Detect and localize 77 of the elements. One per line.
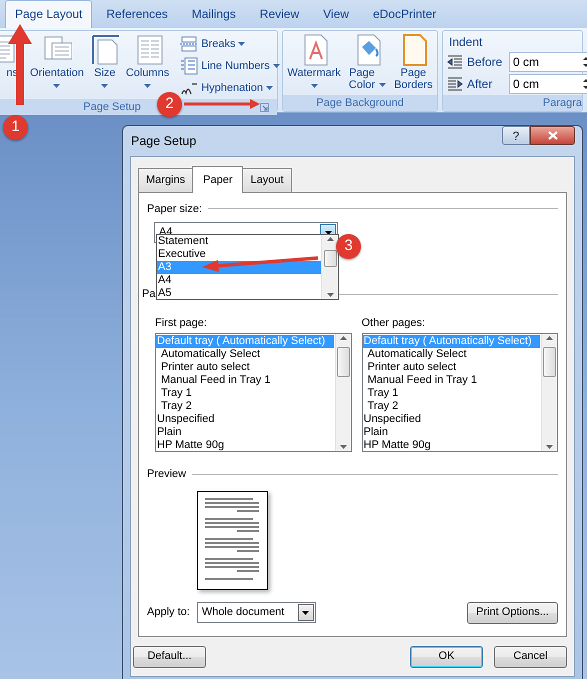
- list-option[interactable]: Printer auto select: [156, 361, 334, 374]
- scroll-down-icon: [546, 445, 553, 449]
- list-option[interactable]: Automatically Select: [362, 348, 541, 361]
- scroll-up-icon: [546, 336, 553, 340]
- caret-icon: [302, 610, 310, 614]
- section-label: Pa: [142, 287, 156, 302]
- dialog-launcher-icon[interactable]: [260, 103, 269, 112]
- scroll-down-icon: [326, 293, 334, 297]
- list-option[interactable]: Tray 1: [156, 387, 334, 400]
- field-label: Apply to:: [147, 605, 190, 620]
- ribbon-tab[interactable]: eDocPrinter: [362, 0, 446, 28]
- group-label: Page Background: [316, 96, 404, 111]
- ribbon-button[interactable]: Breaks: [178, 33, 282, 55]
- spin-field[interactable]: 0 cm: [509, 74, 587, 94]
- section-label: Paper size:: [147, 202, 202, 216]
- list-option[interactable]: Unspecified: [156, 413, 334, 426]
- ribbon-tab[interactable]: View: [313, 0, 359, 28]
- dropdown-option[interactable]: A5: [157, 287, 321, 300]
- list-option[interactable]: Automatically Select: [156, 348, 334, 361]
- ribbon-tab[interactable]: References: [96, 0, 178, 28]
- ribbon-button[interactable]: Watermark: [286, 33, 342, 95]
- print-options-button[interactable]: Print Options...: [467, 602, 558, 624]
- list-option[interactable]: Printer auto select: [362, 361, 541, 374]
- list-option[interactable]: Manual Feed in Tray 1: [362, 374, 541, 387]
- ribbon-button[interactable]: Orientation: [29, 33, 85, 99]
- list-option[interactable]: Tray 1: [362, 387, 541, 400]
- list-option[interactable]: HP Matte 90g: [156, 439, 334, 452]
- close-icon: [548, 131, 558, 140]
- ok-button[interactable]: OK: [410, 646, 483, 668]
- help-button[interactable]: ?: [502, 126, 530, 145]
- dropdown-option[interactable]: A4: [157, 274, 321, 287]
- list-option[interactable]: Unspecified: [362, 413, 541, 426]
- dialog-tab[interactable]: Paper: [192, 166, 244, 192]
- page-size-icon: [90, 33, 120, 67]
- ribbon-button[interactable]: Page Color: [348, 33, 388, 95]
- scroll-thumb[interactable]: [324, 250, 336, 266]
- apply-to-dropdown[interactable]: Whole document: [196, 602, 316, 623]
- step-number-badge: 1: [3, 115, 28, 140]
- default-button[interactable]: Default...: [133, 646, 206, 668]
- scroll-thumb[interactable]: [336, 346, 350, 376]
- line-numbers-icon: [180, 57, 198, 75]
- scroll-up-icon: [326, 237, 334, 241]
- breaks-icon: [180, 35, 198, 53]
- list-option[interactable]: Plain: [156, 426, 334, 439]
- indent-after-icon: [447, 76, 463, 92]
- ribbon-tab[interactable]: Mailings: [182, 0, 246, 28]
- dialog-tab[interactable]: Layout: [242, 168, 292, 192]
- list-label: Other pages:: [362, 316, 426, 330]
- scroll-thumb[interactable]: [543, 346, 556, 376]
- list-option[interactable]: HP Matte 90g: [362, 439, 541, 452]
- group-label: Page Setup: [83, 100, 141, 115]
- ribbon-button[interactable]: Page Borders: [393, 33, 434, 95]
- dialog-tab[interactable]: Margins: [138, 168, 194, 192]
- ribbon-button[interactable]: Line Numbers: [178, 55, 282, 77]
- ribbon-button[interactable]: Size: [88, 33, 121, 99]
- tray-list[interactable]: Default tray ( Automatically Select) Automatically Select Printer auto select Manual Feed in Tray 1 Tray 1 Tray 2 Unspecified Plain HP Matte 90g: [155, 333, 352, 452]
- window-title: Page Setup: [130, 132, 198, 150]
- section-label: Preview: [147, 467, 186, 482]
- close-button[interactable]: [530, 126, 575, 145]
- scroll-up-icon: [340, 336, 346, 340]
- group-title: Indent: [448, 34, 484, 51]
- spin-field[interactable]: 0 cm: [509, 52, 587, 72]
- ribbon-tab[interactable]: Review: [250, 0, 310, 28]
- list-label: First page:: [155, 316, 208, 330]
- indent-before-icon: [447, 54, 463, 70]
- list-option[interactable]: Plain: [362, 426, 541, 439]
- field-label: After: [467, 76, 494, 93]
- ribbon-tab[interactable]: Page Layout: [5, 0, 92, 28]
- group-label: Paragra: [542, 96, 582, 111]
- field-label: Before: [467, 54, 504, 71]
- cancel-button[interactable]: Cancel: [494, 646, 567, 668]
- tray-list[interactable]: Default tray ( Automatically Select) Automatically Select Printer auto select Manual Feed in Tray 1 Tray 1 Tray 2 Unspecified Plain HP Matte 90g: [362, 333, 558, 452]
- list-option[interactable]: Tray 2: [362, 400, 541, 413]
- list-option[interactable]: Tray 2: [156, 400, 334, 413]
- dropdown-option[interactable]: Executive: [157, 248, 321, 261]
- list-option[interactable]: Manual Feed in Tray 1: [156, 374, 334, 387]
- scroll-down-icon: [340, 445, 346, 449]
